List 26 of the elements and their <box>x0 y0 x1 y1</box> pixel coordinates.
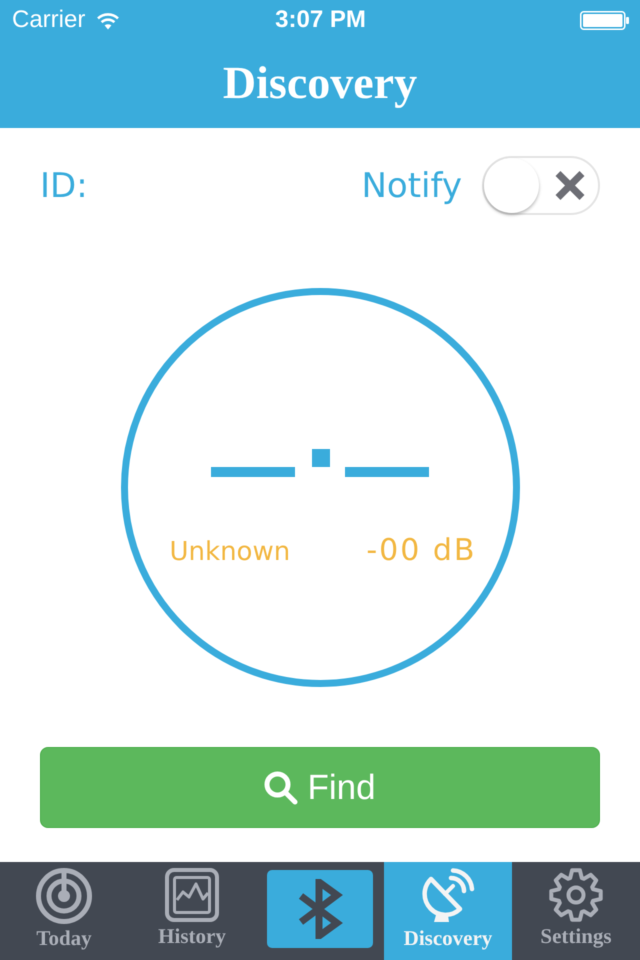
proximity-label: Unknown <box>170 537 290 567</box>
satellite-dish-icon <box>421 868 475 924</box>
cross-icon <box>554 170 586 201</box>
tab-item[interactable]: Settings <box>512 862 640 960</box>
bluetooth-icon <box>297 879 343 939</box>
tab-item[interactable]: Discovery <box>384 862 512 960</box>
screen-title: Discovery <box>222 56 418 108</box>
carrier-label: Carrier <box>12 6 86 34</box>
status-time: 3:07 PM <box>275 6 366 34</box>
tab-item[interactable]: Today <box>0 862 128 960</box>
wifi-icon <box>96 10 120 30</box>
dash-icon <box>345 467 429 477</box>
dash-icon <box>211 467 295 477</box>
tab-item[interactable]: History <box>128 862 256 960</box>
gear-icon <box>549 868 603 922</box>
battery-icon <box>580 10 629 30</box>
notify-toggle[interactable] <box>482 156 600 215</box>
search-icon <box>264 770 298 804</box>
find-button[interactable]: Find <box>40 747 600 828</box>
square-icon <box>312 449 330 467</box>
signal-reading: -00 dB <box>366 533 476 568</box>
id-label: ID: <box>40 166 88 206</box>
bluetooth-button[interactable] <box>267 870 373 948</box>
power-dial-icon <box>36 868 92 924</box>
chart-frame-icon <box>165 868 219 922</box>
notify-label: Notify <box>361 166 462 206</box>
